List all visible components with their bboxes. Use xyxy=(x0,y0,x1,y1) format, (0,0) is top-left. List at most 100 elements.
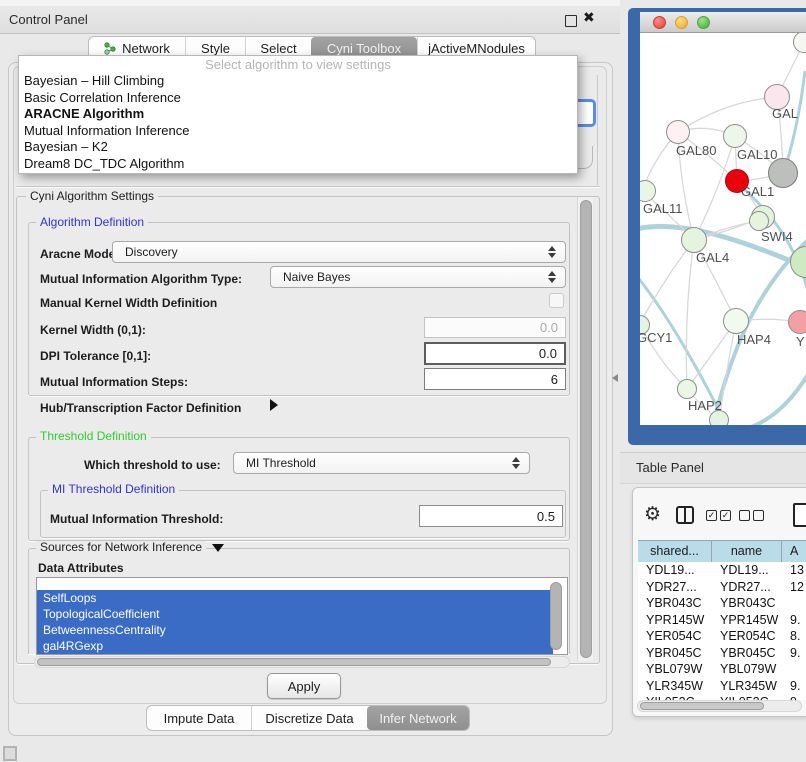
settings-scrollbar-thumb[interactable] xyxy=(580,200,592,658)
cell-shared-name[interactable]: YBL079W xyxy=(638,661,712,678)
settings-vertical-scrollbar[interactable] xyxy=(577,197,593,661)
column-header-partial[interactable]: A xyxy=(782,541,806,562)
data-attributes-list[interactable]: SelfLoops TopologicalCoefficient Between… xyxy=(36,577,568,655)
cell-name[interactable]: YDR27... xyxy=(712,579,782,596)
table-settings-gear-icon[interactable]: ⚙ xyxy=(644,503,661,525)
cell-value[interactable]: 9. xyxy=(782,678,806,695)
deselect-all-checkbox-icon[interactable] xyxy=(753,510,764,521)
cell-name[interactable]: YBR043C xyxy=(712,595,782,612)
table-row[interactable]: YLR345W YLR345W 9. xyxy=(638,678,806,695)
cell-shared-name[interactable]: YPR145W xyxy=(638,612,712,629)
manual-kernel-width-checkbox[interactable] xyxy=(549,293,564,308)
table-row[interactable]: YBR045C YBR045C 9. xyxy=(638,645,806,662)
cell-shared-name[interactable]: YDL19... xyxy=(638,562,712,579)
window-corner-icon[interactable] xyxy=(3,746,17,761)
node-label-gcy1: GCY1 xyxy=(640,330,672,345)
cell-shared-name[interactable]: YBR045C xyxy=(638,645,712,662)
cell-value[interactable] xyxy=(782,661,806,678)
zoom-traffic-light[interactable] xyxy=(697,16,710,29)
mi-threshold-field[interactable]: 0.5 xyxy=(419,505,563,527)
tab-infer-network[interactable]: Infer Network xyxy=(367,706,469,730)
cell-value[interactable]: 12 xyxy=(782,579,806,596)
dropdown-item-highlighted[interactable]: ARACNE Algorithm xyxy=(19,106,577,123)
cell-name[interactable]: YPR145W xyxy=(712,612,782,629)
table-row[interactable]: YER054C YER054C 8. xyxy=(638,628,806,645)
list-scrollbar-thumb[interactable] xyxy=(550,582,562,650)
network-node-gal80[interactable] xyxy=(666,120,690,144)
close-panel-icon[interactable]: ✖ xyxy=(583,10,595,26)
mi-steps-field[interactable]: 6 xyxy=(424,368,566,390)
network-node-swi4[interactable] xyxy=(749,211,769,231)
tab-discretize-data[interactable]: Discretize Data xyxy=(251,706,367,730)
cell-value[interactable]: 9. xyxy=(782,612,806,629)
table-row[interactable]: YBR043C YBR043C xyxy=(638,595,806,612)
minimize-traffic-light[interactable] xyxy=(675,16,688,29)
expand-hub-section-icon[interactable] xyxy=(270,399,278,411)
table-row[interactable]: YDR27... YDR27... 12 xyxy=(638,579,806,596)
panel-resize-handle[interactable] xyxy=(612,374,618,382)
cell-name[interactable]: YLR345W xyxy=(712,678,782,695)
tab-impute-data[interactable]: Impute Data xyxy=(147,706,251,730)
kernel-width-label: Kernel Width (0,1): xyxy=(40,323,146,337)
list-item-selected[interactable]: TopologicalCoefficient xyxy=(37,606,553,622)
which-threshold-select[interactable]: MI Threshold xyxy=(233,452,530,474)
network-node-salmon[interactable] xyxy=(788,310,806,334)
cell-shared-name[interactable]: YBR043C xyxy=(638,595,712,612)
table-header-row: shared... name A xyxy=(638,540,806,563)
new-table-page-icon[interactable] xyxy=(793,503,806,527)
list-item-selected[interactable]: SelfLoops xyxy=(37,590,553,606)
mi-algorithm-type-label: Mutual Information Algorithm Type: xyxy=(40,272,242,286)
cell-value[interactable]: 9. xyxy=(782,645,806,662)
cell-name[interactable]: YBR045C xyxy=(712,645,782,662)
list-item-selected[interactable]: BetweennessCentrality xyxy=(37,622,553,638)
cell-name[interactable]: YER054C xyxy=(712,628,782,645)
dropdown-item[interactable]: Bayesian – K2 xyxy=(19,139,577,156)
mi-steps-value: 6 xyxy=(551,372,558,387)
network-canvas[interactable]: GAL GAL80 GAL10 GAL1 GAL11 GAL4 SWI4 GCY… xyxy=(640,33,806,425)
dpi-tolerance-field[interactable]: 0.0 xyxy=(424,342,566,365)
mi-algorithm-type-select[interactable]: Naive Bayes xyxy=(270,266,566,288)
cell-shared-name[interactable]: YER054C xyxy=(638,628,712,645)
aracne-mode-select[interactable]: Discovery xyxy=(112,241,566,263)
select-all-checkbox-icon[interactable]: ✓ xyxy=(720,510,731,521)
dropdown-item[interactable]: Dream8 DC_TDC Algorithm xyxy=(19,156,577,173)
cell-name[interactable]: YDL19... xyxy=(712,562,782,579)
mi-algorithm-type-value: Naive Bayes xyxy=(283,270,543,284)
network-node-hap4[interactable] xyxy=(723,308,749,334)
panel-divider-line xyxy=(16,186,600,187)
kernel-width-field[interactable]: 0.0 xyxy=(424,317,566,338)
float-window-icon[interactable] xyxy=(565,15,577,27)
column-layout-icon[interactable] xyxy=(676,506,694,524)
table-horizontal-scrollbar[interactable] xyxy=(637,700,802,712)
collapse-sources-icon[interactable] xyxy=(212,544,224,552)
settings-horizontal-scrollbar[interactable] xyxy=(34,656,570,668)
dropdown-item[interactable]: Mutual Information Inference xyxy=(19,123,577,140)
table-hscrollbar-thumb[interactable] xyxy=(640,702,764,710)
table-row[interactable]: YPR145W YPR145W 9. xyxy=(638,612,806,629)
apply-button[interactable]: Apply xyxy=(267,673,341,699)
cell-name[interactable]: YBL079W xyxy=(712,661,782,678)
table-row[interactable]: YBL079W YBL079W xyxy=(638,661,806,678)
dropdown-item[interactable]: Basic Correlation Inference xyxy=(19,90,577,107)
cell-shared-name[interactable]: YLR345W xyxy=(638,678,712,695)
cell-value[interactable]: 13 xyxy=(782,562,806,579)
network-icon xyxy=(104,42,117,55)
tab-select-label: Select xyxy=(260,41,296,56)
network-node-gal10[interactable] xyxy=(723,124,747,148)
table-row[interactable]: YDL19... YDL19... 13 xyxy=(638,562,806,579)
network-node-hap2[interactable] xyxy=(677,379,697,399)
network-window-titlebar[interactable] xyxy=(640,12,806,33)
column-header-shared-name[interactable]: shared... xyxy=(638,541,712,562)
deselect-all-checkbox-icon[interactable] xyxy=(739,510,750,521)
select-all-checkbox-icon[interactable]: ✓ xyxy=(706,510,717,521)
manual-kernel-width-label: Manual Kernel Width Definition xyxy=(40,296,217,310)
cell-shared-name[interactable]: YDR27... xyxy=(638,579,712,596)
column-header-name[interactable]: name xyxy=(712,541,782,562)
list-item-selected[interactable]: gal4RGexp xyxy=(37,638,553,654)
node-label-y: Y xyxy=(796,334,805,349)
cell-value[interactable]: 8. xyxy=(782,628,806,645)
cell-value[interactable] xyxy=(782,595,806,612)
settings-hscrollbar-thumb[interactable] xyxy=(37,658,551,666)
dropdown-item[interactable]: Bayesian – Hill Climbing xyxy=(19,73,577,90)
close-traffic-light[interactable] xyxy=(653,16,666,29)
